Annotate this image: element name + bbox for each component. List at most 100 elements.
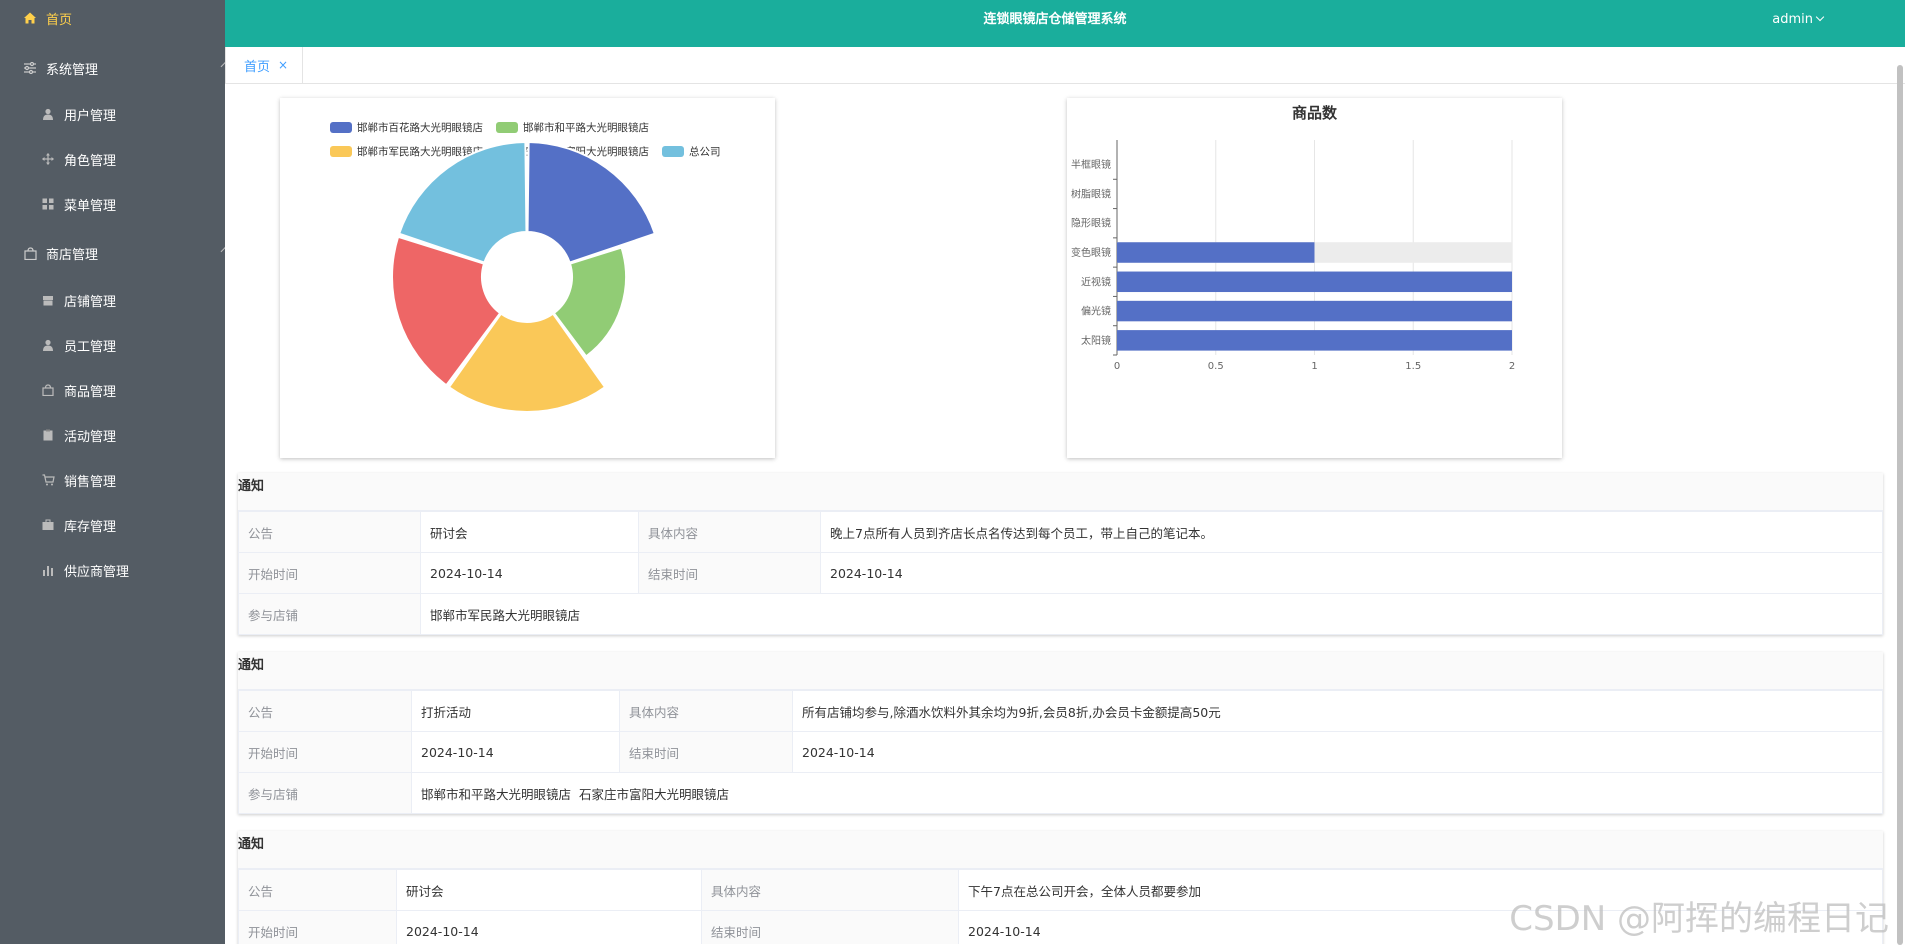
notice-title: 通知: [238, 652, 1883, 690]
start-label: 开始时间: [238, 552, 421, 594]
legend-swatch: [330, 122, 352, 133]
end-value: 2024-10-14: [820, 552, 1883, 594]
vertical-scrollbar[interactable]: [1895, 47, 1905, 945]
y-tick-label: 半框眼镜: [1071, 158, 1111, 171]
sidebar-item-label: 用户管理: [64, 108, 117, 124]
sidebar-item-label: 活动管理: [64, 429, 117, 445]
legend-swatch: [330, 146, 352, 157]
y-tick-label: 变色眼镜: [1071, 246, 1111, 259]
pie-slice[interactable]: [552, 246, 627, 358]
pie-slice[interactable]: [526, 141, 656, 264]
sidebar-item-label: 员工管理: [64, 339, 117, 355]
tab-label: 首页: [244, 59, 271, 75]
bag-icon: [40, 382, 56, 398]
bar-chart-card: 商品数 0 0.5 1 1.5 2 太阳镜 偏光镜 近视镜 变色眼镜 隐形眼镜 树脂眼镜 半框眼镜: [1067, 98, 1562, 458]
briefcase-icon: [40, 517, 56, 533]
legend-label: 总公司: [689, 146, 721, 158]
bar[interactable]: [1117, 242, 1315, 263]
start-value: 2024-10-14: [420, 552, 639, 594]
stores-label: 参与店铺: [238, 593, 421, 635]
bar-chart-icon: [40, 562, 56, 578]
notice-value: 研讨会: [396, 869, 702, 911]
legend-swatch: [496, 122, 518, 133]
legend-label: 石家庄市富阳大光明眼镜店: [523, 146, 649, 158]
sidebar-item-label: 库存管理: [64, 519, 117, 535]
sidebar: 首页 系统管理 用户管理 角色管理 菜单管理 商店管理 店铺管理 员工管理 商品…: [0, 0, 231, 944]
start-value: 2024-10-14: [411, 731, 620, 773]
x-tick-label: 1: [1311, 361, 1317, 372]
pie-slice[interactable]: [398, 141, 528, 264]
legend-item[interactable]: 石家庄市富阳大光明眼镜店: [496, 144, 649, 159]
notice-label: 公告: [238, 511, 421, 553]
sidebar-group-label: 商店管理: [46, 247, 99, 263]
tabs-bar: 首页 ×: [225, 47, 1905, 84]
user-menu[interactable]: admin: [1772, 0, 1825, 40]
top-header: 连锁眼镜店仓储管理系统 admin: [225, 0, 1905, 47]
notice-table: 公告 研讨会 具体内容 晚上7点所有人员到齐店长点名传达到每个员工，带上自己的笔…: [238, 511, 1883, 635]
sidebar-item-label: 店铺管理: [64, 294, 117, 310]
end-label: 结束时间: [619, 731, 793, 773]
x-tick-label: 2: [1509, 361, 1515, 372]
content-label: 具体内容: [638, 511, 821, 553]
move-icon: [40, 151, 56, 167]
x-tick-label: 0: [1114, 361, 1120, 372]
sidebar-item-label: 销售管理: [64, 474, 117, 490]
y-tick-label: 树脂眼镜: [1071, 187, 1111, 200]
user-icon: [40, 337, 56, 353]
start-label: 开始时间: [238, 731, 412, 773]
sidebar-item-label: 供应商管理: [64, 564, 130, 580]
user-icon: [40, 106, 56, 122]
watermark: CSDN @阿挥的编程日记: [1509, 899, 1889, 939]
store-icon: [40, 292, 56, 308]
notice-table: 公告 打折活动 具体内容 所有店铺均参与,除酒水饮料外其余均为9折,会员8折,办…: [238, 690, 1883, 814]
username: admin: [1772, 12, 1813, 27]
bar[interactable]: [1117, 271, 1512, 293]
legend-label: 邯郸市百花路大光明眼镜店: [357, 122, 483, 134]
sidebar-item-home[interactable]: 首页: [0, 1, 247, 35]
legend-label: 邯郸市和平路大光明眼镜店: [523, 122, 649, 134]
y-tick-label: 偏光镜: [1081, 305, 1111, 318]
legend-label: 邯郸市军民路大光明眼镜店: [357, 146, 483, 158]
sidebar-group-shop[interactable]: 商店管理: [0, 236, 247, 270]
sidebar-item-label: 首页: [46, 12, 73, 28]
pie-slice[interactable]: [391, 235, 502, 387]
sidebar-group-system[interactable]: 系统管理: [0, 51, 247, 85]
content-label: 具体内容: [701, 869, 959, 911]
pie-slice[interactable]: [447, 312, 607, 413]
content-value: 晚上7点所有人员到齐店长点名传达到每个员工，带上自己的笔记本。: [820, 511, 1883, 553]
end-label: 结束时间: [638, 552, 821, 594]
stores-value: 邯郸市和平路大光明眼镜店 石家庄市富阳大光明眼镜店: [411, 772, 1883, 814]
legend-item[interactable]: 邯郸市和平路大光明眼镜店: [496, 120, 649, 135]
app-title: 连锁眼镜店仓储管理系统: [983, 12, 1127, 27]
close-icon[interactable]: ×: [278, 58, 288, 72]
notice-title: 通知: [238, 831, 1883, 869]
chevron-down-icon: [1815, 12, 1825, 22]
main-content: 邯郸市百花路大光明眼镜店 邯郸市和平路大光明眼镜店 邯郸市军民路大光明眼镜店 石…: [225, 84, 1895, 944]
notice-card: 通知 公告 打折活动 具体内容 所有店铺均参与,除酒水饮料外其余均为9折,会员8…: [238, 652, 1883, 814]
stores-value: 邯郸市军民路大光明眼镜店: [420, 593, 1883, 635]
sidebar-item-label: 商品管理: [64, 384, 117, 400]
legend-item[interactable]: 总公司: [662, 144, 721, 159]
bar[interactable]: [1117, 330, 1512, 351]
tab-home[interactable]: 首页 ×: [225, 47, 303, 83]
legend-item[interactable]: 邯郸市百花路大光明眼镜店: [330, 120, 483, 135]
x-tick-label: 1.5: [1405, 361, 1421, 372]
end-value: 2024-10-14: [792, 731, 1883, 773]
notice-value: 研讨会: [420, 511, 639, 553]
start-label: 开始时间: [238, 910, 397, 944]
legend-swatch: [496, 146, 518, 157]
grid-icon: [40, 196, 56, 212]
stores-label: 参与店铺: [238, 772, 412, 814]
bag-icon: [22, 245, 38, 261]
y-tick-label: 近视镜: [1081, 275, 1111, 288]
bar-chart: 0 0.5 1 1.5 2 太阳镜 偏光镜 近视镜 变色眼镜 隐形眼镜 树脂眼镜 半框眼镜: [1071, 140, 1515, 372]
scrollbar-thumb[interactable]: [1897, 65, 1903, 945]
content-label: 具体内容: [619, 690, 793, 732]
cart-icon: [40, 472, 56, 488]
sidebar-item-label: 菜单管理: [64, 198, 117, 214]
bar[interactable]: [1117, 300, 1512, 322]
notice-value: 打折活动: [411, 690, 620, 732]
sidebar-group-label: 系统管理: [46, 62, 99, 78]
home-icon: [22, 10, 38, 26]
legend-item[interactable]: 邯郸市军民路大光明眼镜店: [330, 144, 483, 159]
